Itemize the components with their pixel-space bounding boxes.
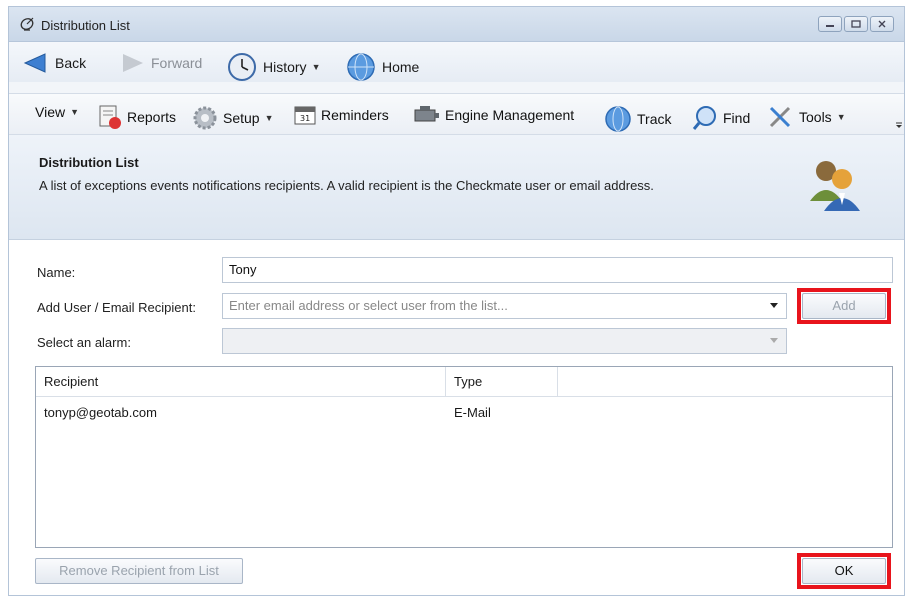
globe-icon [605,106,631,132]
list-header: Recipient Type [36,367,892,397]
table-row[interactable]: tonyp@geotab.com E-Mail [36,401,892,425]
column-header-recipient[interactable]: Recipient [36,367,446,396]
tools-icon [769,106,791,128]
back-label: Back [55,55,87,71]
back-button[interactable]: Back [23,52,86,74]
setup-label: Setup [223,110,260,126]
type-cell: E-Mail [454,405,491,420]
window-title: Distribution List [41,18,130,33]
gear-icon [193,106,217,130]
track-button[interactable]: Track [603,104,671,134]
name-value: Tony [229,262,257,277]
reminders-label: Reminders [321,107,389,123]
track-label: Track [637,111,672,127]
magnifier-icon [692,106,716,130]
forward-button[interactable]: Forward [119,52,202,74]
home-label: Home [382,59,420,75]
chevron-down-icon: ▼ [311,62,321,72]
column-header-type[interactable]: Type [446,367,558,396]
tools-label: Tools [799,109,832,125]
add-button[interactable]: Add [802,293,886,319]
name-input[interactable]: Tony [222,257,893,283]
reports-icon [99,105,121,129]
satellite-dish-icon [20,17,34,31]
alarm-label: Select an alarm: [37,335,131,350]
recipient-combobox[interactable]: Enter email address or select user from … [222,293,787,319]
title-bar: Distribution List [9,7,904,42]
engine-management-label: Engine Management [445,107,575,123]
clock-icon [228,53,256,81]
globe-icon [347,53,375,81]
navigation-bar: Back Forward History ▼ Home [9,42,904,82]
minimize-button[interactable] [818,16,842,32]
find-label: Find [723,110,751,126]
page-title: Distribution List [39,155,139,170]
reminders-button[interactable]: 31 Reminders [293,104,389,126]
alarm-select[interactable] [222,328,787,354]
recipient-list[interactable]: Recipient Type tonyp@geotab.com E-Mail [35,366,893,548]
view-label: View [35,104,66,120]
toolbar-overflow-icon[interactable] [895,121,903,129]
remove-recipient-button[interactable]: Remove Recipient from List [35,558,243,584]
svg-text:31: 31 [300,114,310,123]
forward-label: Forward [151,55,203,71]
minimize-icon [826,25,834,27]
history-button[interactable]: History ▼ [227,52,320,82]
home-button[interactable]: Home [346,52,419,82]
maximize-icon [851,20,861,28]
reports-button[interactable]: Reports [97,104,176,130]
engine-icon [414,106,439,122]
page-header: Distribution List A list of exceptions e… [9,135,904,240]
setup-menu[interactable]: Setup ▼ [191,104,274,132]
maximize-button[interactable] [844,16,868,32]
recipient-cell: tonyp@geotab.com [44,405,157,420]
history-label: History [263,59,307,75]
chevron-down-icon[interactable] [770,338,778,343]
calendar-icon: 31 [294,106,316,125]
find-button[interactable]: Find [691,104,750,132]
chevron-down-icon: ▼ [264,113,274,123]
back-arrow-icon [23,53,46,73]
tools-menu[interactable]: Tools ▼ [767,104,846,130]
page-description: A list of exceptions events notification… [39,178,654,193]
ok-button[interactable]: OK [802,558,886,584]
distribution-list-window: Distribution List Back Forward History ▼… [8,6,905,596]
chevron-down-icon: ▼ [70,107,80,117]
reports-label: Reports [127,109,177,125]
window-controls [818,16,894,32]
close-button[interactable] [870,16,894,32]
chevron-down-icon[interactable] [770,303,778,308]
recipient-label: Add User / Email Recipient: [37,300,196,315]
recipient-placeholder: Enter email address or select user from … [229,298,508,313]
distribution-form: Name: Tony Add User / Email Recipient: E… [9,240,904,595]
engine-management-button[interactable]: Engine Management [411,104,574,126]
chevron-down-icon: ▼ [836,112,846,122]
close-icon [878,20,886,28]
view-menu[interactable]: View ▼ [35,104,79,120]
forward-arrow-icon [123,54,143,72]
main-toolbar: View ▼ Reports Setup ▼ 31 Reminders Engi… [9,93,904,135]
name-label: Name: [37,265,76,280]
users-group-icon [810,161,860,211]
